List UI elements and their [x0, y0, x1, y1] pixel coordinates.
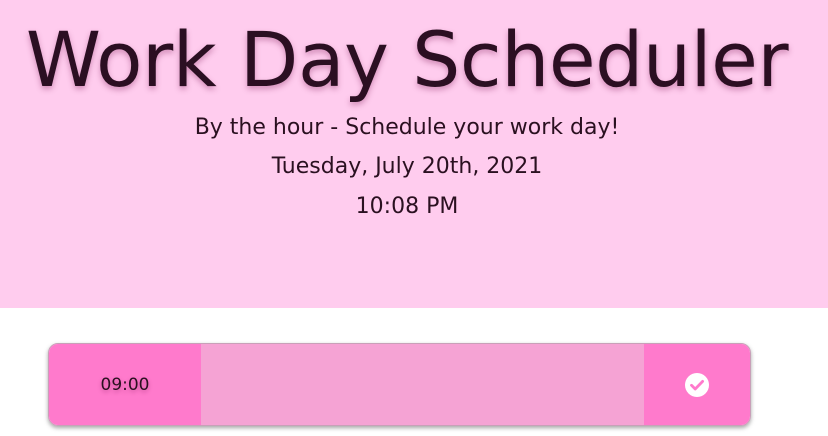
- page-title: Work Day Scheduler: [25, 15, 789, 104]
- event-input[interactable]: [201, 344, 644, 425]
- page-header: Work Day Scheduler By the hour - Schedul…: [0, 0, 828, 308]
- page-subtitle: By the hour - Schedule your work day!: [194, 115, 620, 140]
- current-time: 10:08 PM: [355, 194, 459, 219]
- check-circle-icon: [685, 372, 709, 397]
- current-date: Tuesday, July 20th, 2021: [271, 154, 543, 179]
- time-block-row: 09:00: [48, 343, 751, 426]
- save-button[interactable]: [644, 344, 750, 425]
- hour-label: 09:00: [49, 344, 201, 425]
